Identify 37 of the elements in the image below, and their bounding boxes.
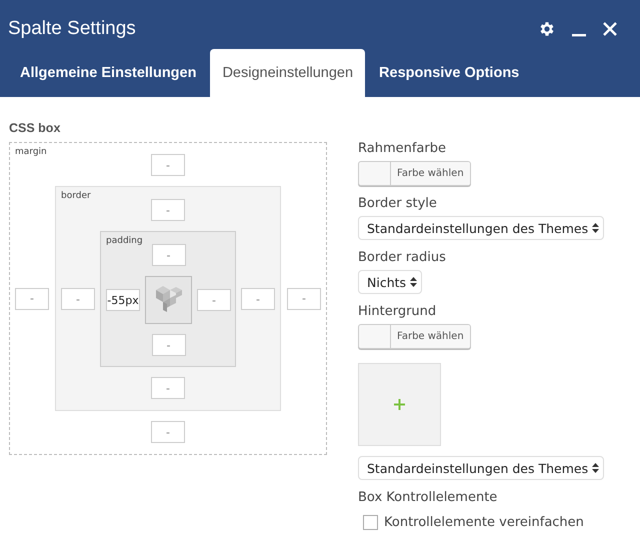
section-title: CSS box bbox=[9, 121, 62, 135]
box-label: border bbox=[61, 191, 91, 202]
tab[interactable]: Responsive Options bbox=[367, 49, 532, 97]
field-label: Rahmenfarbe bbox=[358, 141, 446, 156]
input-field[interactable]: - bbox=[151, 154, 185, 176]
input-field[interactable]: - bbox=[151, 377, 185, 399]
input-field[interactable]: - bbox=[151, 421, 185, 443]
input-field[interactable]: - bbox=[241, 288, 275, 310]
input-field[interactable]: - bbox=[152, 334, 186, 356]
checkbox[interactable] bbox=[363, 515, 378, 530]
field-label: Border style bbox=[358, 196, 437, 211]
sort-arrows-icon bbox=[592, 223, 600, 233]
field-label: Hintergrund bbox=[358, 304, 436, 319]
input-field[interactable]: - bbox=[287, 288, 321, 310]
window-title: Spalte Settings bbox=[8, 18, 136, 40]
select-dropdown[interactable]: Standardeinstellungen des Themes bbox=[358, 216, 604, 240]
input-field[interactable]: - bbox=[197, 289, 231, 311]
plus-icon bbox=[394, 399, 405, 410]
input-field[interactable]: - bbox=[61, 288, 95, 310]
input-field[interactable]: - bbox=[151, 199, 185, 221]
close-icon[interactable] bbox=[602, 20, 618, 36]
section-label: Box Kontrollelemente bbox=[358, 490, 498, 505]
input-field[interactable]: - bbox=[152, 244, 186, 266]
tab[interactable]: Allgemeine Einstellungen bbox=[8, 49, 208, 97]
settings-icon[interactable] bbox=[538, 20, 556, 38]
tab[interactable]: Designeinstellungen bbox=[210, 49, 366, 97]
image-upload-box[interactable] bbox=[358, 363, 441, 446]
sort-arrows-icon bbox=[410, 277, 418, 287]
sort-arrows-icon bbox=[592, 463, 600, 473]
select-dropdown[interactable]: Standardeinstellungen des Themes bbox=[358, 456, 604, 480]
select-dropdown[interactable]: Nichts bbox=[358, 270, 422, 294]
checkbox-label: Kontrollelemente vereinfachen bbox=[384, 515, 584, 530]
input-field[interactable]: -55px bbox=[106, 289, 140, 311]
box-label: margin bbox=[15, 147, 47, 158]
input-field[interactable]: - bbox=[15, 288, 49, 310]
box-label: padding bbox=[106, 236, 143, 247]
field-label: Border radius bbox=[358, 250, 446, 265]
